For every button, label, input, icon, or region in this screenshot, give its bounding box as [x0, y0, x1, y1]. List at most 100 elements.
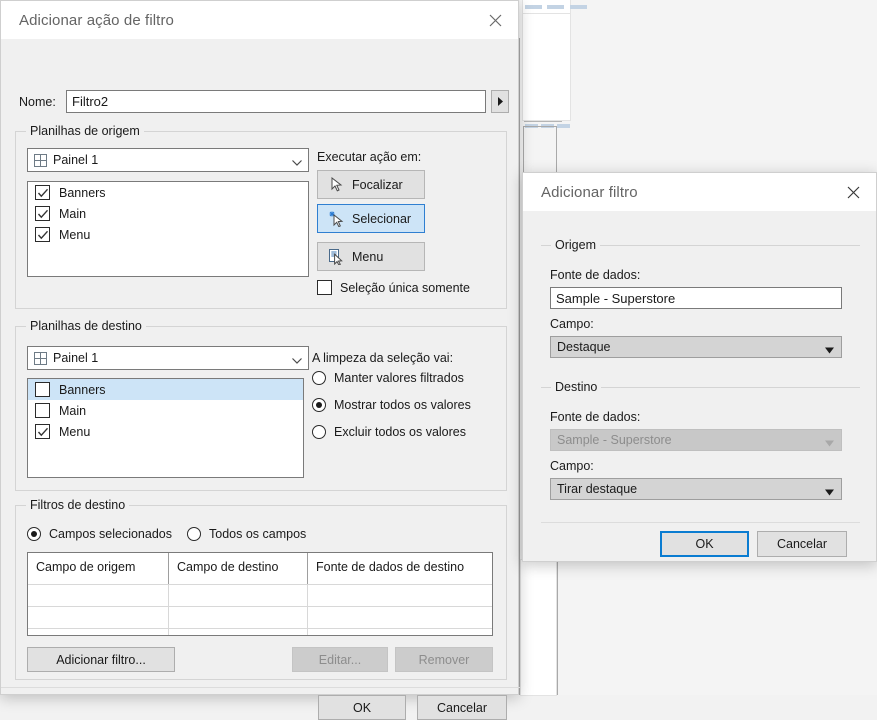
remove-filter-button[interactable]: Remover	[395, 647, 493, 672]
target-sheet-combo-value: Painel 1	[53, 351, 99, 365]
ok-button[interactable]: OK	[660, 531, 749, 557]
run-action-focalizar-button[interactable]: Focalizar	[317, 170, 425, 199]
clearing-option-show-all-label: Mostrar todos os valores	[334, 398, 471, 412]
close-icon[interactable]	[473, 1, 518, 39]
bg-legend-dash	[547, 5, 564, 9]
table-header-row: Campo de origem Campo de destino Fonte d…	[28, 553, 492, 584]
target-sheets-listbox[interactable]: Banners Main Menu	[27, 378, 304, 478]
single-select-only-label: Seleção única somente	[340, 280, 470, 295]
edit-filter-button[interactable]: Editar...	[292, 647, 388, 672]
origin-datasource-input[interactable]: Sample - Superstore	[550, 287, 842, 309]
destination-field-combo[interactable]: Tirar destaque	[550, 478, 842, 500]
destination-field-combo-value: Tirar destaque	[557, 482, 638, 496]
bg-divider	[519, 38, 520, 695]
list-item-label: Menu	[59, 424, 91, 439]
destination-datasource-value: Sample - Superstore	[557, 433, 672, 447]
target-filters-table[interactable]: Campo de origem Campo de destino Fonte d…	[27, 552, 493, 636]
pointer-arrow-icon	[326, 177, 348, 192]
run-action-menu-button[interactable]: Menu	[317, 242, 425, 271]
destination-datasource-combo: Sample - Superstore	[550, 429, 842, 451]
scope-selected-fields-label: Campos selecionados	[49, 527, 172, 541]
table-row[interactable]	[28, 584, 492, 606]
table-row[interactable]	[28, 606, 492, 628]
list-item[interactable]: Main	[28, 203, 308, 224]
checkbox-unchecked[interactable]	[35, 382, 50, 397]
triangle-right-icon[interactable]	[491, 90, 509, 113]
checkbox-unchecked[interactable]	[317, 280, 332, 295]
list-item-label: Banners	[59, 382, 106, 397]
source-sheets-group-label: Planilhas de origem	[26, 124, 144, 138]
list-item[interactable]: Banners	[28, 182, 308, 203]
table-column-header: Campo de destino	[169, 553, 308, 584]
add-filter-dialog: Adicionar filtro Origem Fonte de dados: …	[522, 172, 877, 562]
run-action-label: Executar ação em:	[317, 150, 422, 164]
list-item[interactable]: Menu	[28, 421, 303, 442]
dialog-titlebar: Adicionar filtro	[523, 173, 876, 211]
footer-divider	[1, 687, 520, 688]
source-sheets-listbox[interactable]: Banners Main Menu	[27, 181, 309, 277]
target-sheets-group-label: Planilhas de destino	[26, 319, 146, 333]
pointer-menu-icon	[326, 248, 348, 265]
checkbox-checked[interactable]	[35, 227, 50, 242]
origin-field-combo-value: Destaque	[557, 340, 611, 354]
clearing-option-exclude-all[interactable]: Excluir todos os valores	[312, 425, 466, 439]
scope-selected-fields[interactable]: Campos selecionados	[27, 527, 172, 541]
table-cell	[169, 607, 308, 628]
dialog-titlebar: Adicionar ação de filtro	[1, 1, 518, 39]
list-item-label: Main	[59, 206, 87, 221]
radio-selected[interactable]	[27, 527, 41, 541]
destination-datasource-label: Fonte de dados:	[550, 410, 641, 424]
chevron-down-icon	[292, 156, 302, 166]
clearing-option-keep[interactable]: Manter valores filtrados	[312, 371, 464, 385]
origin-field-combo[interactable]: Destaque	[550, 336, 842, 358]
table-cell	[28, 629, 169, 635]
footer-divider	[541, 522, 860, 523]
table-cell	[308, 585, 492, 606]
pointer-select-icon	[326, 211, 348, 227]
destination-field-label: Campo:	[550, 459, 594, 473]
table-cell	[169, 629, 308, 635]
checkbox-unchecked[interactable]	[35, 403, 50, 418]
name-label: Nome:	[19, 95, 56, 109]
clearing-option-exclude-all-label: Excluir todos os valores	[334, 425, 467, 439]
checkbox-checked[interactable]	[35, 185, 50, 200]
chevron-down-icon	[825, 436, 834, 447]
source-sheet-combo[interactable]: Painel 1	[27, 148, 309, 172]
radio-unselected[interactable]	[312, 425, 326, 439]
table-column-header: Campo de origem	[28, 553, 169, 584]
add-filter-button[interactable]: Adicionar filtro...	[27, 647, 175, 672]
table-cell	[308, 629, 492, 635]
ok-button[interactable]: OK	[318, 695, 406, 720]
bg-legend-dash	[570, 5, 587, 9]
close-icon[interactable]	[831, 173, 876, 211]
scope-all-fields[interactable]: Todos os campos	[187, 527, 306, 541]
dialog-body: Nome: Filtro2 Planilhas de origem Painel…	[1, 39, 520, 720]
chevron-down-icon	[292, 354, 302, 364]
bg-divider	[557, 560, 558, 695]
run-action-selecionar-button[interactable]: Selecionar	[317, 204, 425, 233]
run-action-selecionar-label: Selecionar	[352, 211, 412, 226]
single-select-only-checkbox[interactable]: Seleção única somente	[317, 280, 470, 295]
radio-selected[interactable]	[312, 398, 326, 412]
clearing-option-show-all[interactable]: Mostrar todos os valores	[312, 398, 471, 412]
scope-all-fields-label: Todos os campos	[209, 527, 307, 541]
cancel-button[interactable]: Cancelar	[417, 695, 507, 720]
cancel-button[interactable]: Cancelar	[757, 531, 847, 557]
run-action-menu-label: Menu	[352, 249, 384, 264]
table-row[interactable]	[28, 628, 492, 635]
add-filter-action-dialog: Adicionar ação de filtro Nome: Filtro2 P…	[0, 0, 520, 720]
list-item[interactable]: Menu	[28, 224, 308, 245]
list-item[interactable]: Banners	[28, 379, 303, 400]
checkbox-checked[interactable]	[35, 206, 50, 221]
bg-panel-lower	[521, 560, 556, 695]
origin-group-label: Origem	[551, 238, 600, 252]
target-filters-group-label: Filtros de destino	[26, 498, 130, 512]
list-item-label: Main	[59, 403, 87, 418]
name-input[interactable]: Filtro2	[66, 90, 486, 113]
list-item[interactable]: Main	[28, 400, 303, 421]
radio-unselected[interactable]	[187, 527, 201, 541]
checkbox-checked[interactable]	[35, 424, 50, 439]
dialog-title: Adicionar filtro	[541, 183, 638, 201]
radio-unselected[interactable]	[312, 371, 326, 385]
target-sheet-combo[interactable]: Painel 1	[27, 346, 309, 370]
